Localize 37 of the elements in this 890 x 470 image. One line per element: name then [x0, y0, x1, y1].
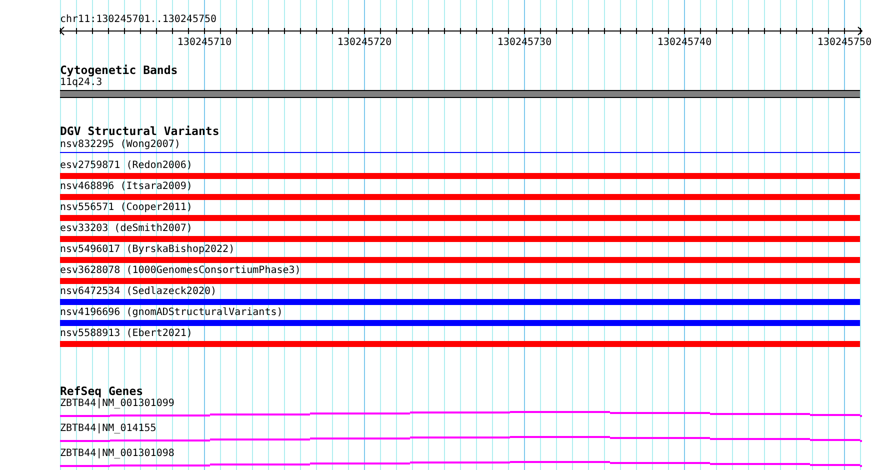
- variant-line[interactable]: [60, 152, 860, 153]
- variant-bar[interactable]: [60, 173, 860, 179]
- tick-label: 130245740: [657, 37, 712, 48]
- gene-line[interactable]: [60, 411, 862, 417]
- gene-line[interactable]: [60, 461, 862, 467]
- tick-label: 130245720: [337, 37, 392, 48]
- variant-bar[interactable]: [60, 215, 860, 221]
- gene-line[interactable]: [60, 436, 862, 442]
- track-title: DGV Structural Variants: [60, 125, 220, 138]
- variant-label: nsv832295 (Wong2007): [60, 138, 182, 151]
- cytoband-bar[interactable]: [60, 90, 860, 98]
- band-label: 11q24.3: [60, 77, 104, 89]
- variant-label: esv3628078 (1000GenomesConsortiumPhase3): [60, 264, 302, 277]
- gene-label: ZBTB44|NM_001301098: [60, 448, 176, 460]
- variant-label: nsv5496017 (ByrskaBishop2022): [60, 243, 236, 256]
- variant-label: nsv5588913 (Ebert2021): [60, 327, 194, 340]
- variant-bar[interactable]: [60, 278, 860, 284]
- variant-label: nsv556571 (Cooper2011): [60, 201, 194, 214]
- variant-bar[interactable]: [60, 299, 860, 305]
- variant-label: nsv468896 (Itsara2009): [60, 180, 194, 193]
- variant-bar[interactable]: [60, 236, 860, 242]
- variant-bar[interactable]: [60, 341, 860, 347]
- track-title: RefSeq Genes: [60, 385, 144, 398]
- locus-label: chr11:130245701..130245750: [60, 14, 218, 26]
- variant-bar[interactable]: [60, 257, 860, 263]
- variant-label: esv33203 (deSmith2007): [60, 222, 194, 235]
- gene-label: ZBTB44|NM_001301099: [60, 398, 176, 410]
- variant-label: esv2759871 (Redon2006): [60, 159, 194, 172]
- tick-label: 130245730: [497, 37, 552, 48]
- gene-label: ZBTB44|NM_014155: [60, 423, 158, 435]
- track-title: Cytogenetic Bands: [60, 64, 179, 77]
- tick-label: 130245710: [177, 37, 232, 48]
- variant-label: nsv4196696 (gnomADStructuralVariants): [60, 306, 284, 319]
- variant-label: nsv6472534 (Sedlazeck2020): [60, 285, 218, 298]
- tick-label: 130245750: [817, 37, 872, 48]
- variant-bar[interactable]: [60, 194, 860, 200]
- variant-bar[interactable]: [60, 320, 860, 326]
